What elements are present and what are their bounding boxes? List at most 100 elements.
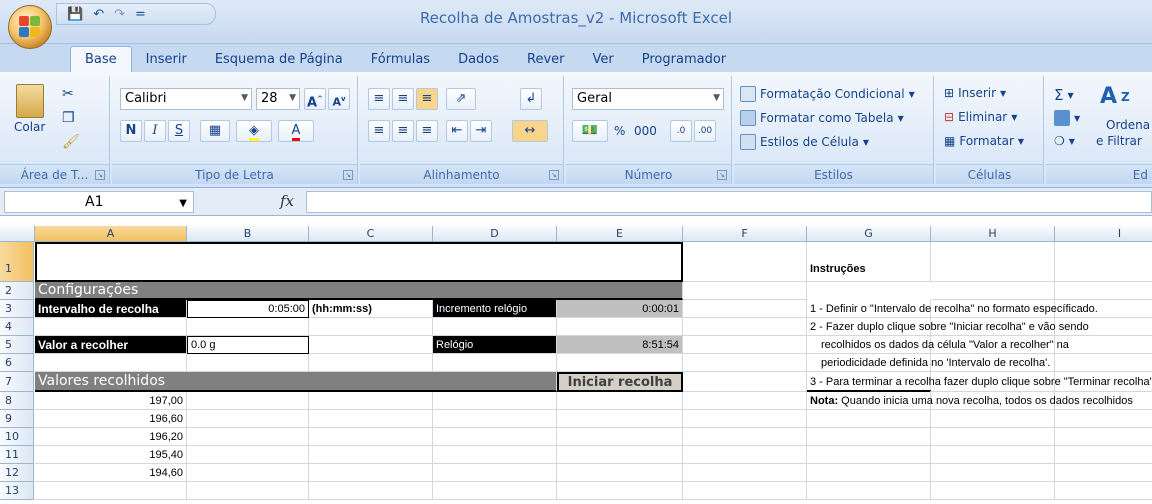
column-header-h[interactable]: H — [931, 226, 1055, 242]
column-header-i[interactable]: I — [1055, 226, 1152, 242]
cell-d6[interactable] — [433, 354, 557, 372]
row-header-8[interactable]: 8 — [0, 392, 34, 410]
font-launcher-icon[interactable]: ↘ — [343, 170, 353, 180]
empty-cell[interactable] — [187, 428, 309, 446]
collected-value[interactable]: 197,00 — [35, 392, 187, 410]
empty-cell[interactable] — [433, 464, 557, 482]
cell-f1[interactable] — [683, 242, 807, 282]
tab-programador[interactable]: Programador — [628, 46, 740, 72]
empty-cell[interactable] — [683, 354, 807, 372]
empty-cell[interactable] — [931, 282, 1055, 300]
number-launcher-icon[interactable]: ↘ — [717, 170, 727, 180]
empty-cell[interactable] — [557, 428, 683, 446]
font-color-button[interactable]: A — [278, 120, 314, 142]
empty-cell[interactable] — [1055, 482, 1152, 500]
column-header-c[interactable]: C — [309, 226, 433, 242]
empty-cell[interactable] — [931, 410, 1055, 428]
delete-cells-button[interactable]: ⊟ Eliminar ▼ — [944, 110, 1017, 124]
value-input[interactable]: 0.0 g — [187, 336, 309, 354]
align-center-button[interactable]: ≡ — [392, 120, 414, 142]
sort-filter-icon[interactable]: AZ — [1100, 84, 1130, 109]
empty-cell[interactable] — [309, 410, 433, 428]
align-left-button[interactable]: ≡ — [368, 120, 390, 142]
empty-cell[interactable] — [557, 446, 683, 464]
row-header-10[interactable]: 10 — [0, 428, 34, 446]
conditional-formatting-button[interactable]: Formatação Condicional ▼ — [740, 86, 915, 102]
wrap-text-button[interactable]: ↲ — [520, 88, 542, 110]
collected-value[interactable]: 196,20 — [35, 428, 187, 446]
tab-esquema-de-pagina[interactable]: Esquema de Página — [201, 46, 357, 72]
collected-value[interactable]: 196,60 — [35, 410, 187, 428]
align-bottom-button[interactable]: ≡ — [416, 88, 438, 110]
empty-cell[interactable] — [931, 482, 1055, 500]
cell-d4[interactable] — [433, 318, 557, 336]
cell-b6[interactable] — [187, 354, 309, 372]
align-right-button[interactable]: ≡ — [416, 120, 438, 142]
tab-inserir[interactable]: Inserir — [132, 46, 201, 72]
empty-cell[interactable] — [309, 428, 433, 446]
clear-button[interactable]: ❍ ▼ — [1054, 134, 1075, 148]
empty-cell[interactable] — [683, 464, 807, 482]
empty-cell[interactable] — [1055, 428, 1152, 446]
decrease-decimal-button[interactable]: .00 — [694, 120, 716, 142]
clipboard-launcher-icon[interactable]: ↘ — [95, 170, 105, 180]
cut-icon[interactable]: ✂ — [62, 86, 74, 102]
empty-cell[interactable] — [683, 446, 807, 464]
sort-label[interactable]: Ordena — [1106, 118, 1150, 132]
orientation-button[interactable]: ⇗ — [446, 88, 476, 110]
format-cells-button[interactable]: ▦ Formatar ▼ — [944, 134, 1024, 148]
tab-base[interactable]: Base — [70, 46, 132, 72]
row-header-2[interactable]: 2 — [0, 282, 34, 300]
row-header-13[interactable]: 13 — [0, 482, 34, 500]
cell-c5[interactable] — [309, 336, 433, 354]
thousands-button[interactable]: 000 — [634, 124, 657, 138]
align-top-button[interactable]: ≡ — [368, 88, 390, 110]
cell-e6[interactable] — [557, 354, 683, 372]
cell-a6[interactable] — [35, 354, 187, 372]
column-header-f[interactable]: F — [683, 226, 807, 242]
empty-cell[interactable] — [683, 282, 807, 300]
empty-cell[interactable] — [1055, 464, 1152, 482]
empty-cell[interactable] — [1055, 282, 1152, 300]
empty-cell[interactable] — [187, 446, 309, 464]
column-header-d[interactable]: D — [433, 226, 557, 242]
office-button[interactable] — [8, 5, 52, 49]
tab-ver[interactable]: Ver — [579, 46, 628, 72]
currency-button[interactable]: 💵 — [572, 120, 608, 142]
empty-cell[interactable] — [557, 392, 683, 410]
row-header-12[interactable]: 12 — [0, 464, 34, 482]
format-painter-icon[interactable]: 🖌 — [62, 134, 80, 150]
cell-a13[interactable] — [35, 482, 187, 500]
interval-input[interactable]: 0:05:00 — [187, 300, 309, 318]
start-collection-button[interactable]: Iniciar recolha — [557, 372, 683, 392]
row-header-1[interactable]: 1 — [0, 242, 34, 282]
alignment-launcher-icon[interactable]: ↘ — [549, 170, 559, 180]
percent-button[interactable]: % — [614, 124, 625, 138]
empty-cell[interactable] — [433, 392, 557, 410]
borders-button[interactable]: ▦ — [200, 120, 230, 142]
empty-cell[interactable] — [309, 446, 433, 464]
cell-i1[interactable] — [1055, 242, 1152, 282]
insert-cells-button[interactable]: ⊞ Inserir ▼ — [944, 86, 1006, 100]
font-name-select[interactable]: Calibri ▼ — [120, 88, 252, 110]
empty-cell[interactable] — [1055, 354, 1152, 372]
fill-color-button[interactable]: ◈ — [236, 120, 272, 142]
cell-styles-button[interactable]: Estilos de Célula ▼ — [740, 134, 869, 150]
cell-b4[interactable] — [187, 318, 309, 336]
row-header-11[interactable]: 11 — [0, 446, 34, 464]
collected-value[interactable]: 194,60 — [35, 464, 187, 482]
clock-value[interactable]: 8:51:54 — [557, 336, 683, 354]
format-as-table-button[interactable]: Formatar como Tabela ▼ — [740, 110, 904, 126]
name-box[interactable]: A1 ▼ — [4, 191, 194, 213]
empty-cell[interactable] — [683, 300, 807, 318]
column-header-e[interactable]: E — [557, 226, 683, 242]
shrink-font-button[interactable]: Av — [328, 88, 350, 110]
underline-button[interactable]: S — [168, 120, 190, 142]
empty-cell[interactable] — [433, 446, 557, 464]
empty-cell[interactable] — [187, 464, 309, 482]
empty-cell[interactable] — [807, 464, 931, 482]
collected-value[interactable]: 195,40 — [35, 446, 187, 464]
empty-cell[interactable] — [683, 336, 807, 354]
merge-center-button[interactable]: ↔ — [512, 120, 548, 142]
cell-h1[interactable] — [931, 242, 1055, 282]
